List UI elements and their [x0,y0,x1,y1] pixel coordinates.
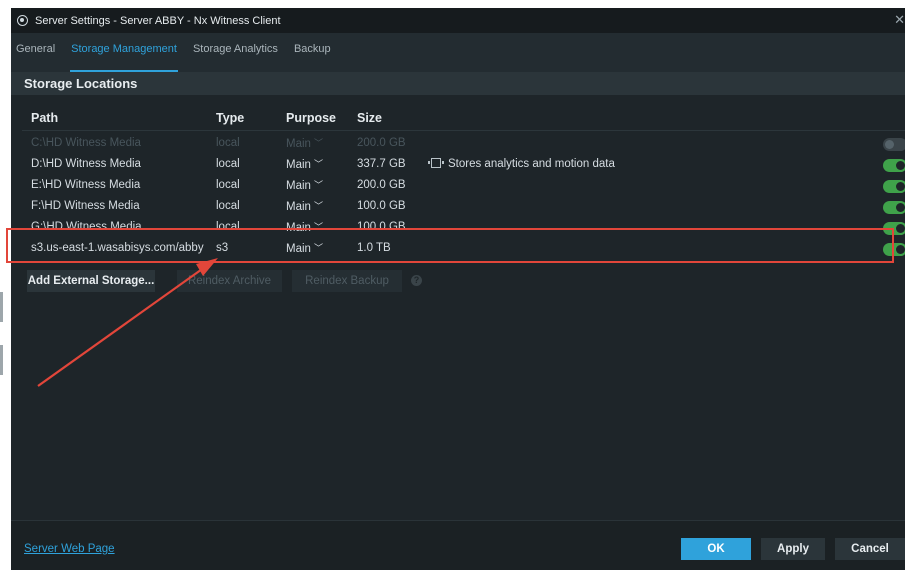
storage-row[interactable]: D:\HD Witness Media local Main ﹀ 337.7 GB… [11,155,905,176]
chevron-down-icon: ﹀ [313,138,323,148]
column-header-purpose: Purpose [286,111,337,125]
storage-row[interactable]: G:\HD Witness Media local Main ﹀ 100.0 GB [11,218,905,239]
add-external-storage-button[interactable]: Add External Storage... [27,270,155,292]
storage-size: 100.0 GB [357,221,406,233]
storage-row[interactable]: s3.us-east-1.wasabisys.com/abby s3 Main ﹀… [11,239,905,260]
purpose-dropdown[interactable]: Main ﹀ [286,242,323,255]
storage-path: G:\HD Witness Media [31,221,142,233]
storage-path: D:\HD Witness Media [31,158,141,170]
storage-size: 100.0 GB [357,200,406,212]
app-logo-icon [17,15,28,26]
storage-type: local [216,200,240,212]
storage-size: 200.0 GB [357,179,406,191]
analytics-note-text: Stores analytics and motion data [448,158,615,170]
server-web-page-link[interactable]: Server Web Page [24,543,115,555]
purpose-value: Main [286,159,311,171]
storage-enable-toggle[interactable] [883,159,905,172]
purpose-value: Main [286,222,311,234]
analytics-note: Stores analytics and motion data [428,158,615,170]
storage-type: local [216,221,240,233]
purpose-dropdown[interactable]: Main ﹀ [286,221,323,234]
window-title: Server Settings - Server ABBY - Nx Witne… [35,14,281,27]
storage-enable-toggle[interactable] [883,201,905,214]
title-bar: Server Settings - Server ABBY - Nx Witne… [11,8,905,33]
column-header-type: Type [216,111,245,125]
storage-enable-toggle[interactable] [883,180,905,193]
storage-row[interactable]: E:\HD Witness Media local Main ﹀ 200.0 GB [11,176,905,197]
purpose-dropdown[interactable]: Main ﹀ [286,200,323,213]
storage-row[interactable]: C:\HD Witness Media local Main ﹀ 200.0 GB [11,134,905,155]
chevron-down-icon: ﹀ [313,180,323,190]
storage-enable-toggle[interactable] [883,222,905,235]
storage-path: s3.us-east-1.wasabisys.com/abby [31,242,204,254]
analytics-chip-icon [428,158,444,168]
purpose-dropdown[interactable]: Main ﹀ [286,179,323,192]
chevron-down-icon: ﹀ [313,243,323,253]
help-icon[interactable]: ? [411,275,422,286]
dialog-footer: Server Web Page OK Apply Cancel [11,521,905,570]
storage-row[interactable]: F:\HD Witness Media local Main ﹀ 100.0 GB [11,197,905,218]
storage-path: F:\HD Witness Media [31,200,140,212]
storage-path: E:\HD Witness Media [31,179,141,191]
tab-storage-management[interactable]: Storage Management [63,43,185,72]
background-edge-mark [0,345,3,375]
cancel-button[interactable]: Cancel [835,538,905,560]
purpose-value: Main [286,180,311,192]
chevron-down-icon: ﹀ [313,159,323,169]
storage-enable-toggle[interactable] [883,138,905,151]
storage-type: local [216,158,240,170]
storage-size: 1.0 TB [357,242,391,254]
storage-type: s3 [216,242,229,254]
storage-locations-header: Storage Locations [11,72,905,95]
ok-button[interactable]: OK [681,538,751,560]
chevron-down-icon: ﹀ [313,222,323,232]
close-icon[interactable]: ✕ [894,12,905,28]
storage-path: C:\HD Witness Media [31,137,141,149]
tab-bar: General Storage Management Storage Analy… [11,33,905,72]
storage-type: local [216,137,240,149]
purpose-dropdown[interactable]: Main ﹀ [286,137,323,150]
storage-type: local [216,179,240,191]
purpose-dropdown[interactable]: Main ﹀ [286,158,323,171]
column-header-size: Size [357,111,383,125]
reindex-backup-button[interactable]: Reindex Backup [292,270,402,292]
purpose-value: Main [286,243,311,255]
server-settings-dialog: Server Settings - Server ABBY - Nx Witne… [11,8,905,570]
storage-enable-toggle[interactable] [883,243,905,256]
storage-size: 337.7 GB [357,158,406,170]
column-header-path: Path [31,111,59,125]
chevron-down-icon: ﹀ [313,201,323,211]
tab-storage-analytics[interactable]: Storage Analytics [185,43,286,72]
tab-general[interactable]: General [11,43,63,72]
tab-backup[interactable]: Backup [286,43,339,72]
purpose-value: Main [286,138,311,150]
background-edge-mark [0,292,3,322]
header-divider [22,130,905,131]
storage-size: 200.0 GB [357,137,406,149]
apply-button[interactable]: Apply [761,538,825,560]
purpose-value: Main [286,201,311,213]
reindex-archive-button[interactable]: Reindex Archive [177,270,282,292]
